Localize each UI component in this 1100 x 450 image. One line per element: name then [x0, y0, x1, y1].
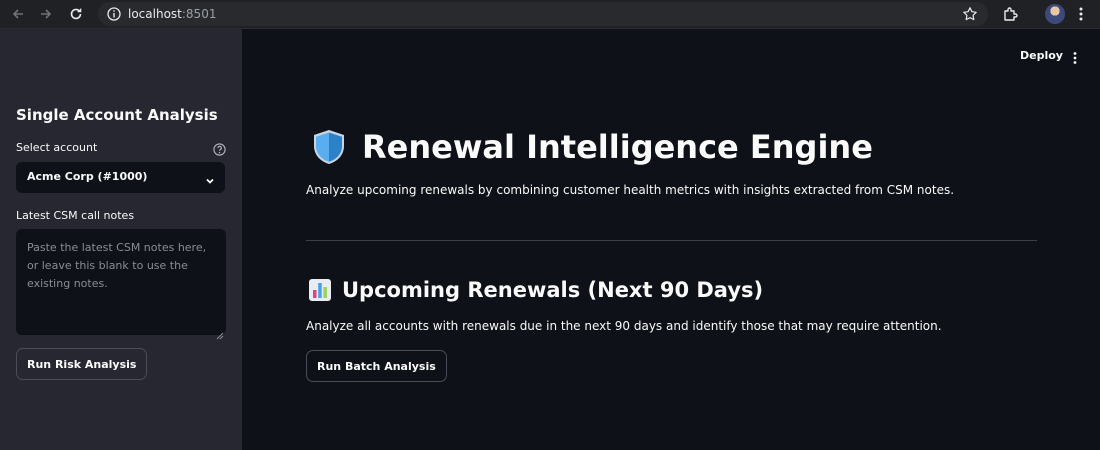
puzzle-icon[interactable]: [1002, 5, 1020, 23]
url-port: :8501: [181, 7, 217, 21]
help-icon[interactable]: [213, 141, 226, 156]
section-description: Analyze all accounts with renewals due i…: [306, 319, 942, 333]
deploy-button[interactable]: Deploy: [1020, 49, 1063, 62]
reload-icon[interactable]: [66, 4, 86, 24]
section-title: Upcoming Renewals (Next 90 Days): [342, 278, 764, 302]
browser-toolbar: localhost:8501: [0, 0, 1100, 29]
resize-handle-icon[interactable]: [216, 325, 224, 340]
account-select[interactable]: Acme Corp (#1000): [16, 162, 225, 193]
sidebar: Single Account Analysis Select account A…: [0, 29, 242, 450]
info-icon[interactable]: [106, 6, 122, 22]
divider: [306, 240, 1037, 241]
avatar[interactable]: [1045, 4, 1065, 24]
page-title: Renewal Intelligence Engine: [362, 128, 873, 166]
url-host: localhost: [128, 7, 182, 21]
notes-label: Latest CSM call notes: [16, 209, 135, 222]
run-risk-analysis-button[interactable]: Run Risk Analysis: [16, 348, 148, 380]
sidebar-title: Single Account Analysis: [16, 106, 218, 124]
arrow-left-icon[interactable]: [8, 4, 28, 24]
page-description: Analyze upcoming renewals by combining c…: [306, 183, 955, 197]
chevron-down-icon: [204, 172, 216, 184]
account-select-value: Acme Corp (#1000): [27, 170, 148, 183]
arrow-right-icon[interactable]: [36, 4, 56, 24]
shield-icon: [311, 128, 347, 166]
url-text: localhost:8501: [128, 6, 216, 22]
bar-chart-icon: [308, 278, 332, 302]
kebab-menu-icon[interactable]: [1072, 5, 1090, 23]
account-label: Select account: [16, 141, 98, 154]
address-bar[interactable]: localhost:8501: [98, 2, 988, 26]
main-menu-icon[interactable]: [1069, 50, 1081, 64]
star-icon[interactable]: [962, 6, 978, 22]
run-batch-analysis-button[interactable]: Run Batch Analysis: [306, 350, 447, 382]
notes-textarea[interactable]: [16, 229, 226, 335]
